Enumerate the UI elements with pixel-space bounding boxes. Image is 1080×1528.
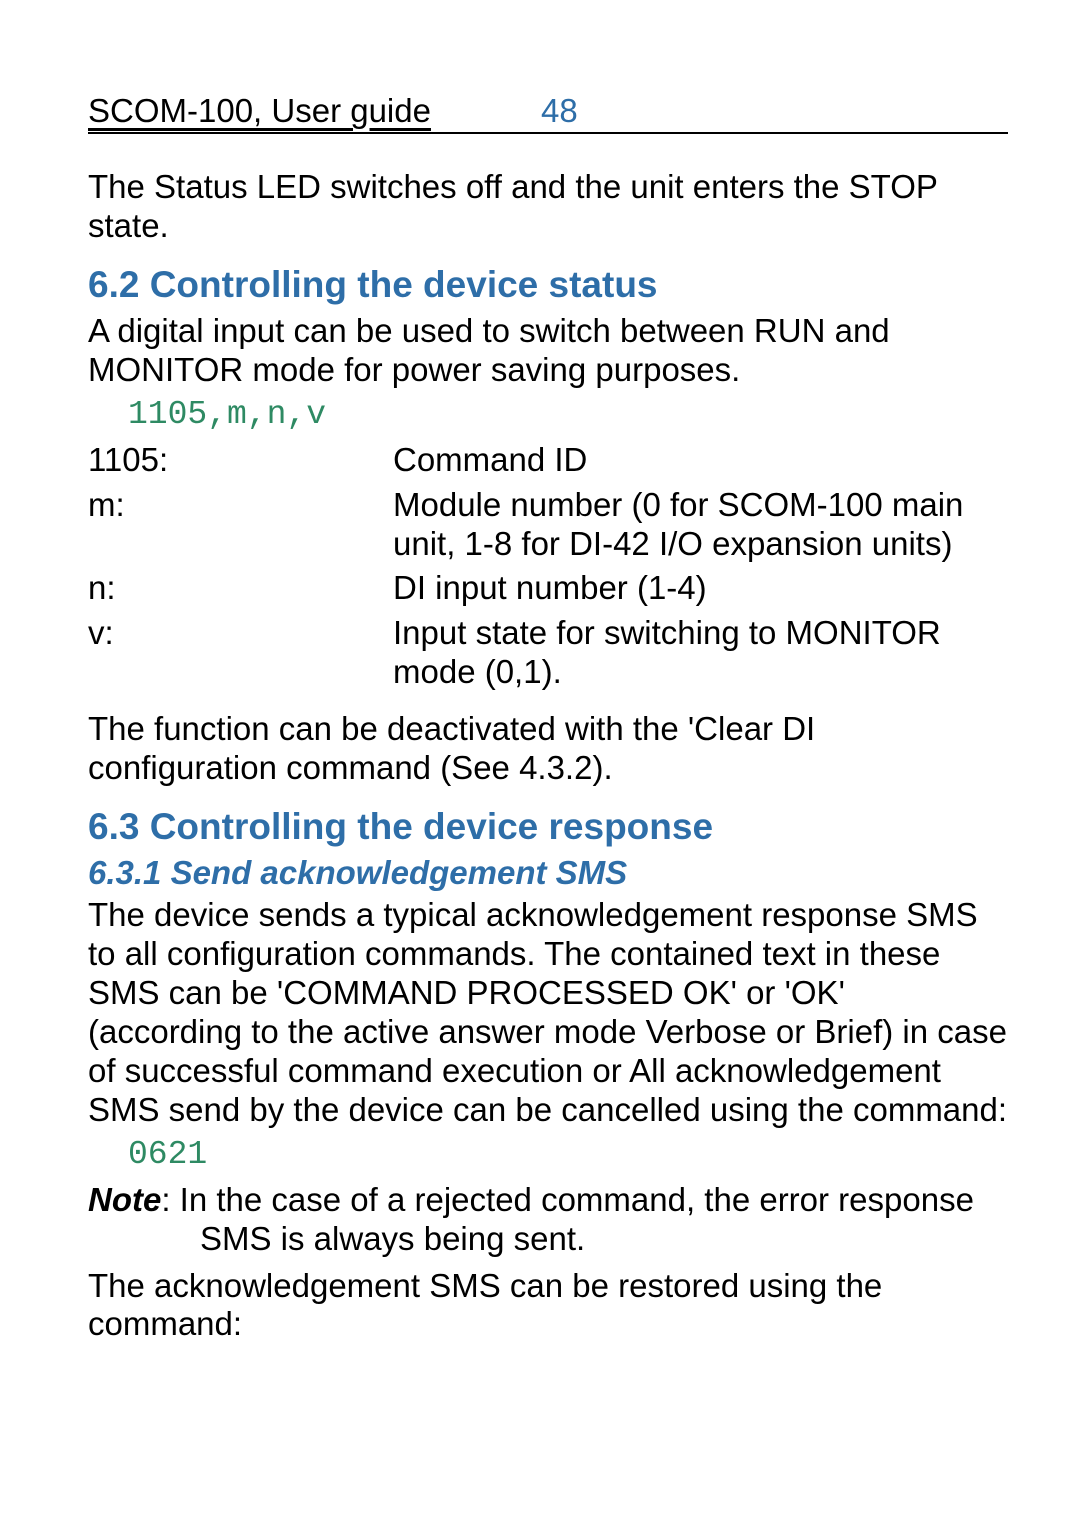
page-header: SCOM-100, User guide 48 (88, 92, 1008, 134)
note-block: Note: In the case of a rejected command,… (88, 1181, 1008, 1259)
note-text: : In the case of a rejected command, the… (161, 1181, 974, 1257)
section-6-2-heading: 6.2 Controlling the device status (88, 264, 1008, 306)
param-val: Command ID (393, 441, 1008, 486)
table-row: v: Input state for switching to MONITOR … (88, 614, 1008, 698)
param-key: 1105: (88, 441, 393, 486)
section-6-3-heading: 6.3 Controlling the device response (88, 806, 1008, 848)
param-key: m: (88, 486, 393, 570)
code-0621: 0621 (128, 1134, 1008, 1177)
param-val: Module number (0 for SCOM-100 main unit,… (393, 486, 1008, 570)
intro-paragraph: The Status LED switches off and the unit… (88, 168, 1008, 246)
table-row: 1105: Command ID (88, 441, 1008, 486)
section-6-2-tail: The function can be deactivated with the… (88, 710, 1008, 788)
section-6-2-text: A digital input can be used to switch be… (88, 312, 1008, 390)
param-val: Input state for switching to MONITOR mod… (393, 614, 1008, 698)
table-row: m: Module number (0 for SCOM-100 main un… (88, 486, 1008, 570)
section-6-3-1-tail: The acknowledgement SMS can be restored … (88, 1267, 1008, 1345)
param-table: 1105: Command ID m: Module number (0 for… (88, 441, 1008, 699)
param-key: v: (88, 614, 393, 698)
page-number: 48 (541, 92, 578, 130)
code-1105: 1105,m,n,v (128, 394, 1008, 437)
doc-title: SCOM-100, User guide (88, 92, 431, 130)
table-row: n: DI input number (1-4) (88, 569, 1008, 614)
note-label: Note (88, 1181, 161, 1218)
param-val: DI input number (1-4) (393, 569, 1008, 614)
section-6-3-1-heading: 6.3.1 Send acknowledgement SMS (88, 854, 1008, 892)
section-6-3-1-body: The device sends a typical acknowledgeme… (88, 896, 1008, 1130)
param-key: n: (88, 569, 393, 614)
